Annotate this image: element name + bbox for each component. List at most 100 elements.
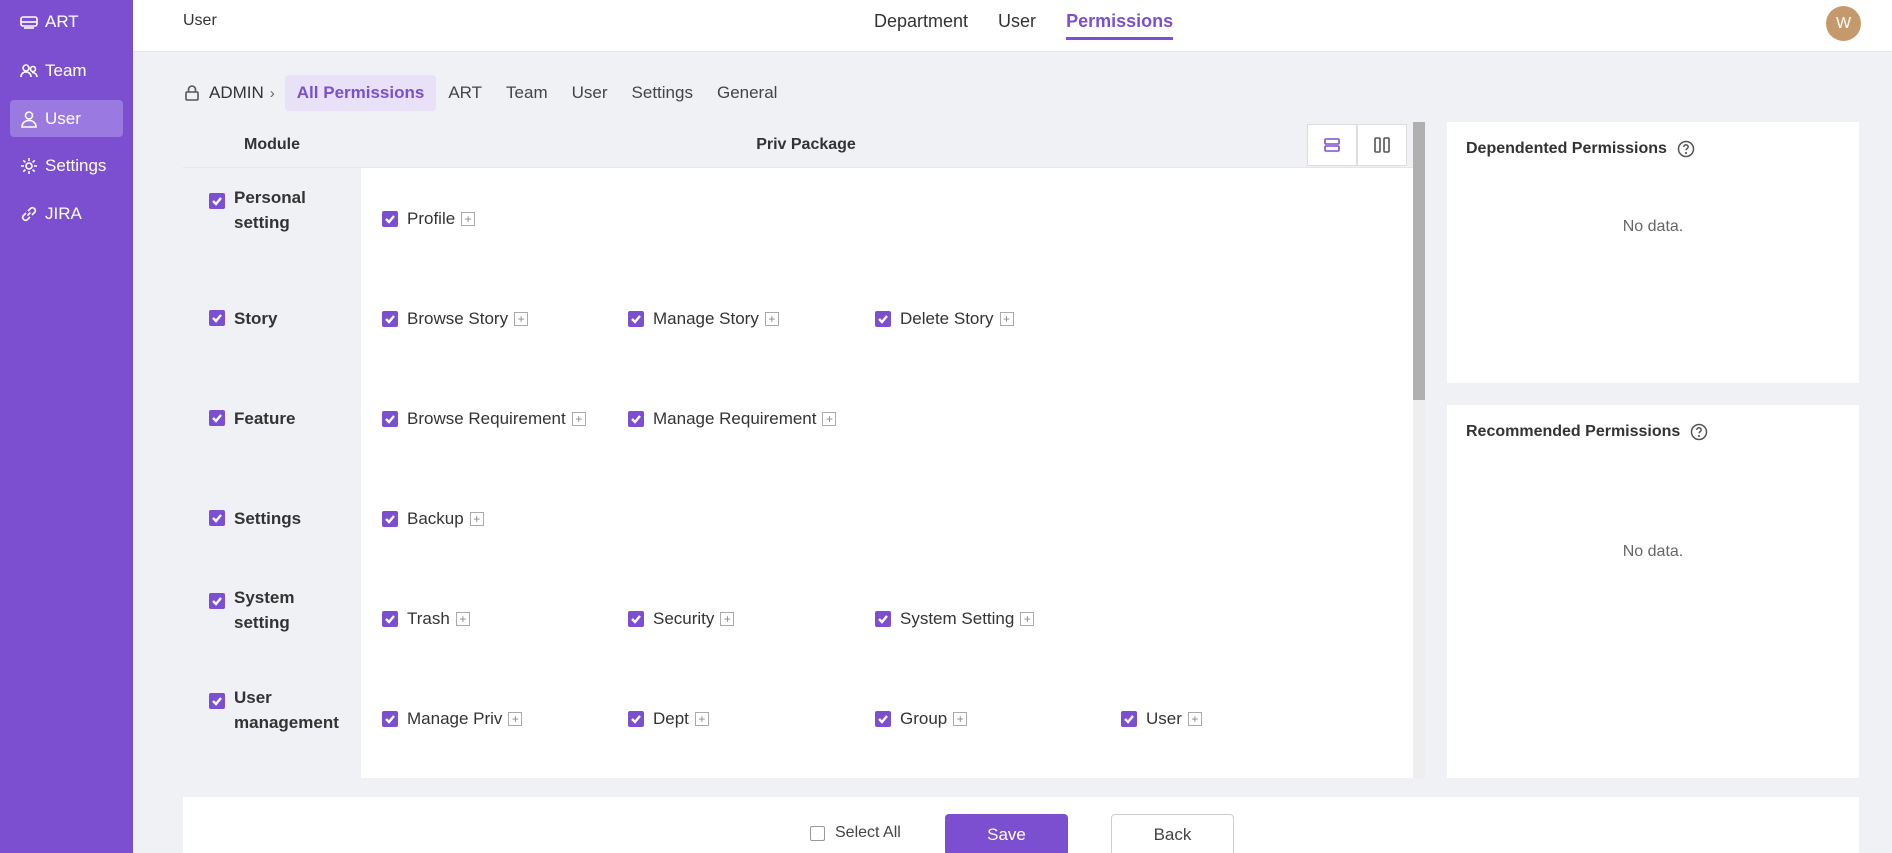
expand-icon[interactable]: + [514, 312, 529, 326]
table-scrollbar[interactable] [1413, 122, 1425, 778]
tab-all-permissions[interactable]: All Permissions [284, 75, 437, 111]
priv-label: Browse Story [407, 309, 509, 328]
header-breadcrumb: User [183, 12, 217, 29]
list-view-button[interactable] [1307, 124, 1357, 166]
priv-item[interactable]: System Setting + [875, 609, 1035, 629]
nav-permissions[interactable]: Permissions [1066, 11, 1174, 40]
priv-checkbox[interactable] [382, 711, 398, 727]
priv-checkbox[interactable] [382, 411, 398, 427]
priv-item[interactable]: User + [1121, 709, 1202, 729]
checkbox-box[interactable] [810, 825, 825, 841]
sidebar-item-jira[interactable]: JIRA [10, 195, 123, 232]
dependented-permissions-panel: Dependented Permissions No data. [1447, 122, 1859, 383]
module-checkbox[interactable] [209, 593, 225, 609]
expand-icon[interactable]: + [1187, 712, 1202, 726]
priv-label: Trash [407, 609, 450, 628]
priv-checkbox[interactable] [628, 711, 644, 727]
footer-actions: Select All Save Back [183, 797, 1859, 853]
module-label: System setting [234, 588, 295, 632]
column-view-button[interactable] [1357, 124, 1407, 166]
expand-icon[interactable]: + [822, 412, 837, 426]
help-icon[interactable] [1690, 423, 1708, 441]
priv-item[interactable]: Profile + [382, 209, 476, 229]
check-icon [631, 315, 641, 324]
module-checkbox[interactable] [209, 510, 225, 526]
expand-icon[interactable]: + [764, 312, 779, 326]
avatar[interactable]: W [1826, 6, 1861, 41]
module-cell: Story [183, 268, 361, 368]
expand-icon[interactable]: + [469, 512, 484, 526]
priv-item[interactable]: Trash + [382, 609, 470, 629]
gear-icon [18, 155, 40, 177]
module-checkbox[interactable] [209, 193, 225, 209]
select-all-checkbox[interactable]: Select All [810, 824, 901, 842]
priv-item[interactable]: Manage Requirement + [628, 409, 837, 429]
scrollbar-thumb[interactable] [1413, 122, 1425, 400]
expand-icon[interactable]: + [461, 212, 476, 226]
table-row: System setting Trash + Security + System… [183, 568, 1413, 668]
priv-checkbox[interactable] [875, 311, 891, 327]
table-header: Module Priv Package [183, 122, 1413, 168]
nav-user[interactable]: User [998, 11, 1036, 40]
check-icon [385, 715, 395, 724]
sidebar-item-settings[interactable]: Settings [10, 147, 123, 184]
check-icon [212, 314, 222, 323]
expand-icon[interactable]: + [1020, 612, 1035, 626]
priv-item[interactable]: Backup + [382, 509, 484, 529]
priv-checkbox[interactable] [382, 611, 398, 627]
priv-checkbox[interactable] [382, 511, 398, 527]
priv-item[interactable]: Security + [628, 609, 735, 629]
expand-icon[interactable]: + [455, 612, 470, 626]
module-checkbox[interactable] [209, 310, 225, 326]
priv-label: User [1146, 709, 1182, 728]
priv-checkbox[interactable] [382, 211, 398, 227]
priv-checkbox[interactable] [628, 611, 644, 627]
expand-icon[interactable]: + [999, 312, 1014, 326]
module-checkbox[interactable] [209, 410, 225, 426]
priv-checkbox[interactable] [628, 311, 644, 327]
priv-label: Manage Priv [407, 709, 503, 728]
priv-item[interactable]: Manage Priv + [382, 709, 523, 729]
module-checkbox[interactable] [209, 693, 225, 709]
priv-item[interactable]: Dept + [628, 709, 709, 729]
check-icon [878, 315, 888, 324]
priv-item[interactable]: Manage Story + [628, 309, 779, 329]
tab-general[interactable]: General [705, 75, 789, 111]
tab-art[interactable]: ART [436, 75, 494, 111]
priv-checkbox[interactable] [382, 311, 398, 327]
priv-checkbox[interactable] [875, 611, 891, 627]
rows-icon [1324, 138, 1340, 152]
expand-icon[interactable]: + [508, 712, 523, 726]
tab-settings[interactable]: Settings [620, 75, 705, 111]
module-cell: Settings [183, 468, 361, 568]
sidebar-item-team[interactable]: Team [10, 52, 123, 89]
priv-item[interactable]: Browse Requirement + [382, 409, 586, 429]
priv-checkbox[interactable] [875, 711, 891, 727]
expand-icon[interactable]: + [571, 412, 586, 426]
sidebar-item-label: ART [45, 11, 79, 31]
tab-team[interactable]: Team [494, 75, 560, 111]
nav-department[interactable]: Department [874, 11, 968, 40]
sidebar-item-art[interactable]: ART [10, 3, 123, 40]
priv-item[interactable]: Group + [875, 709, 968, 729]
admin-root[interactable]: ADMIN [209, 83, 264, 103]
check-icon [631, 415, 641, 424]
expand-icon[interactable]: + [694, 712, 709, 726]
check-icon [385, 515, 395, 524]
help-icon[interactable] [1677, 140, 1695, 158]
priv-label: Dept [653, 709, 689, 728]
priv-checkbox[interactable] [628, 411, 644, 427]
back-button[interactable]: Back [1111, 814, 1234, 853]
priv-item[interactable]: Delete Story + [875, 309, 1014, 329]
tab-user[interactable]: User [560, 75, 620, 111]
expand-icon[interactable]: + [953, 712, 968, 726]
priv-item[interactable]: Browse Story + [382, 309, 529, 329]
module-label: Feature [234, 409, 296, 428]
save-button[interactable]: Save [945, 814, 1068, 853]
sidebar-item-user[interactable]: User [10, 100, 123, 137]
check-icon [212, 414, 222, 423]
chevron-right-icon: › [269, 84, 275, 102]
expand-icon[interactable]: + [720, 612, 735, 626]
priv-checkbox[interactable] [1121, 711, 1137, 727]
column-header-module: Module [244, 136, 300, 153]
